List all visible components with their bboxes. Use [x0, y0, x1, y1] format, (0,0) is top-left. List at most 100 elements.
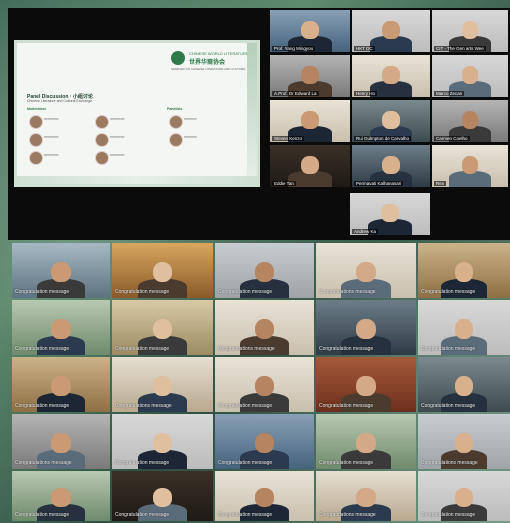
participant-video-tile[interactable]: Carmen Coelho — [432, 100, 508, 142]
participant-face — [382, 111, 400, 129]
speaker-portrait — [29, 115, 43, 129]
congratulation-video-tile[interactable]: Congratulations message — [316, 471, 416, 521]
participant-face — [152, 318, 173, 340]
participant-name-label: Rex — [434, 181, 447, 186]
speaker-text: ━━━━━━━━ — [44, 135, 59, 139]
congratulation-caption: Congratulation message — [115, 289, 170, 295]
participant-name-label: Steven Kenzo — [272, 136, 305, 141]
participant-face — [382, 156, 400, 174]
participant-face — [51, 487, 71, 507]
congratulation-caption: Congratulation message — [115, 512, 170, 518]
congratulation-caption: Congratulation message — [15, 289, 70, 295]
participant-face — [254, 432, 275, 454]
congratulation-video-tile[interactable]: Congratulation message — [215, 414, 314, 469]
congratulation-video-tile[interactable]: Congratulation message — [418, 243, 510, 298]
speaker-portrait — [169, 115, 183, 129]
speaker-portrait — [169, 133, 183, 147]
congratulation-video-tile[interactable]: Congratulation message — [215, 471, 314, 521]
congratulation-caption: Congratulation message — [15, 346, 70, 352]
speaker-text: ━━━━━━━━ — [110, 135, 125, 139]
participant-name-label: Andrew Ka — [352, 229, 379, 234]
congratulation-video-tile[interactable]: Congratulations message — [418, 414, 510, 469]
congratulation-video-tile[interactable]: Congratulations message — [215, 300, 314, 355]
congratulation-video-tile[interactable]: Congratulation message — [112, 243, 213, 298]
congratulation-caption: Congratulation message — [319, 346, 374, 352]
congratulation-caption: Congratulation message — [218, 403, 273, 409]
logo-icon — [171, 51, 185, 65]
congratulation-video-tile[interactable]: Congratulation message — [12, 300, 110, 355]
participant-face — [51, 318, 71, 340]
participant-face — [461, 66, 479, 84]
participant-face — [356, 261, 376, 283]
congratulation-caption: Congratulations message — [319, 512, 376, 518]
congratulation-caption: Congratulations message — [218, 346, 275, 352]
participant-video-tile[interactable]: HKT DC — [352, 10, 430, 52]
participant-face — [356, 432, 376, 454]
participant-face — [382, 21, 400, 39]
participant-face — [454, 432, 474, 454]
logo-text-zh: 世界华裔协会 — [189, 60, 226, 66]
speaker-portrait — [95, 115, 109, 129]
congratulation-video-tile[interactable]: Congratulation message — [12, 357, 110, 412]
moderators-heading: Moderators — [27, 107, 47, 111]
participant-name-label: Permavati Kalhanasari — [354, 181, 404, 186]
congratulation-caption: Congratulation message — [218, 289, 273, 295]
participant-video-tile[interactable]: Henry Ho — [352, 55, 430, 97]
participant-face — [356, 375, 376, 397]
participant-face — [381, 204, 399, 222]
participant-face — [152, 432, 173, 454]
speaker-portrait — [95, 151, 109, 165]
participant-face — [454, 487, 474, 507]
participant-video-tile[interactable]: A.Prof. Dr Edward La — [270, 55, 350, 97]
congratulation-video-tile[interactable]: Congratulation message — [316, 357, 416, 412]
participant-face — [152, 261, 173, 283]
participant-face — [51, 261, 71, 283]
congratulation-video-tile[interactable]: Congratulations message — [316, 243, 416, 298]
congratulation-video-tile[interactable]: Congratulation message — [12, 471, 110, 521]
congratulation-video-tile[interactable]: Congratulation message — [112, 414, 213, 469]
congratulation-caption: Congratulation message — [218, 512, 273, 518]
participant-face — [454, 261, 474, 283]
congratulation-caption: Congratulation message — [319, 460, 374, 466]
participant-video-tile[interactable]: Prof. Yang Mingyou — [270, 10, 350, 52]
congratulation-video-tile[interactable]: Congratulations message — [12, 414, 110, 469]
congratulation-video-tile[interactable]: Congratulation message — [112, 300, 213, 355]
speaker-text: ━━━━━━━━ — [110, 153, 125, 157]
participant-video-tile[interactable]: Permavati Kalhanasari — [352, 145, 430, 187]
participant-video-tile[interactable]: Steven Kenzo — [270, 100, 350, 142]
participant-video-tile[interactable]: Rui Gulmpton de Carvalho — [352, 100, 430, 142]
participant-face — [356, 318, 376, 340]
participant-video-tile[interactable]: CIT - The Gen arts Wee — [432, 10, 508, 52]
congratulation-video-tile[interactable]: Congratulation message — [215, 357, 314, 412]
congratulation-video-tile[interactable]: Congratulation message — [316, 414, 416, 469]
speaker-text: ━━━━━━━━ — [44, 117, 59, 121]
speaker-text: ━━━━━━━ — [184, 135, 197, 139]
panelists-heading: Panelists — [167, 107, 183, 111]
congratulation-caption: Congratulation message — [421, 403, 476, 409]
participant-video-tile[interactable]: Andrew Ka — [350, 193, 430, 235]
congratulation-caption: Congratulations message — [319, 289, 376, 295]
participant-face — [254, 487, 275, 507]
congratulation-caption: Congratulation message — [421, 289, 476, 295]
participant-video-tile[interactable]: Eddie Tan — [270, 145, 350, 187]
congratulation-video-tile[interactable]: Congratulation message — [418, 357, 510, 412]
participant-face — [51, 375, 71, 397]
speaker-portrait — [29, 133, 43, 147]
logo-text-en: CHINESE WORLD LITERATURE — [189, 51, 249, 56]
congratulation-video-tile[interactable]: Congratulation message — [12, 243, 110, 298]
congratulation-video-tile[interactable]: Congratulations message — [112, 357, 213, 412]
congratulation-video-tile[interactable]: Congratulation message — [418, 300, 510, 355]
congratulation-caption: Congratulations message — [421, 460, 478, 466]
participant-video-tile[interactable]: Rex — [432, 145, 508, 187]
participant-video-tile[interactable]: Marco Zecan — [432, 55, 508, 97]
participant-face — [356, 487, 376, 507]
congratulation-caption: Congratulations message — [15, 460, 72, 466]
congratulation-video-tile[interactable]: Congratulation message — [215, 243, 314, 298]
congratulation-video-tile[interactable]: Congratulation message — [112, 471, 213, 521]
congratulation-caption: Congratulation message — [218, 460, 273, 466]
organization-logo: CHINESE WORLD LITERATURE 世界华裔协会 SEMINAR … — [171, 51, 249, 71]
panel-subtitle: Chinese Literature and Cultural Exchange — [27, 99, 92, 103]
congratulation-video-tile[interactable]: Congratulation message — [316, 300, 416, 355]
participant-face — [51, 432, 71, 454]
congratulation-video-tile[interactable]: Congratulation message — [418, 471, 510, 521]
